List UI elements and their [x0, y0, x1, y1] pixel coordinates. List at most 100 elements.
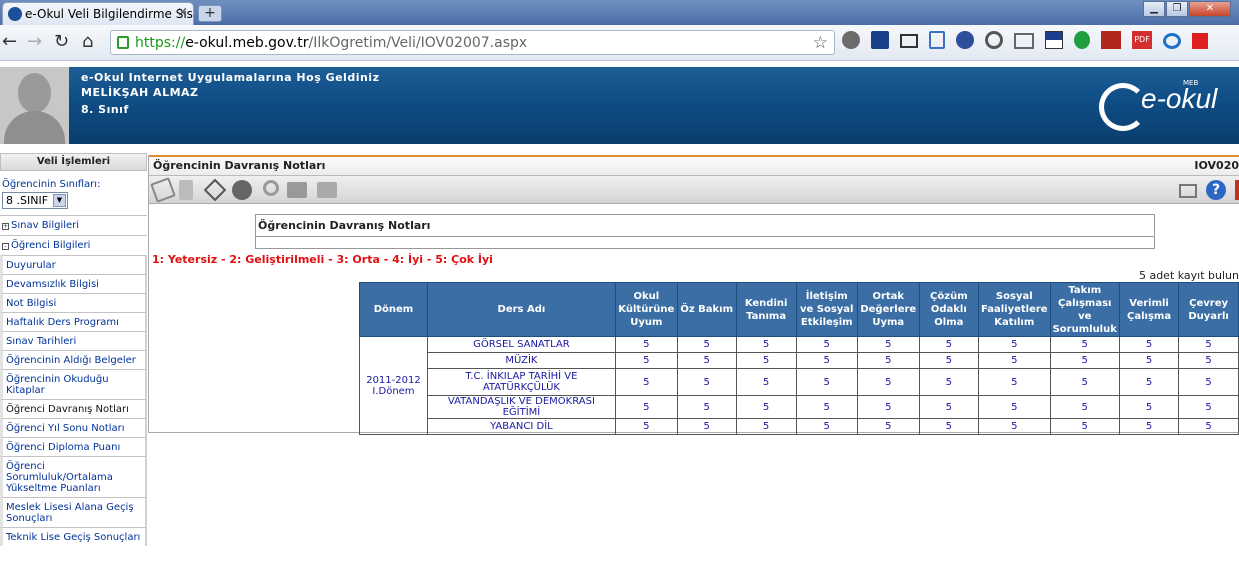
back-arrow-icon[interactable]: ← — [2, 33, 17, 51]
home-icon[interactable]: ⌂ — [82, 33, 93, 51]
sidebar-item-devamsizlik[interactable]: Devamsızlık Bilgisi — [0, 274, 147, 293]
table-row: T.C. İNKILAP TARİHİ VE ATATÜRKÇÜLÜK 5 5 5 5 5… — [360, 368, 1239, 396]
close-window-button[interactable]: ✕ — [1189, 1, 1231, 17]
column-header: Sosyal Faaliyetlere Katılım — [977, 282, 1051, 337]
site-header: e-Okul Internet Uygulamalarına Hoş Geldi… — [0, 67, 1239, 144]
sidebar-group-ogrenci[interactable]: - Öğrenci Bilgileri — [0, 235, 147, 255]
extension-mail-icon[interactable] — [1014, 33, 1034, 49]
sidebar-item-sorumluluk[interactable]: Öğrenci Sorumluluk/Ortalama Yükseltme Pu… — [0, 456, 147, 497]
sidebar-item-kitaplar[interactable]: Öğrencinin Okuduğu Kitaplar — [0, 369, 147, 399]
column-header: Kendini Tanıma — [735, 282, 797, 337]
score-cell: 5 — [856, 395, 920, 419]
extension-green-icon[interactable] — [1074, 31, 1090, 49]
score-cell: 5 — [918, 395, 979, 419]
column-header: Çözüm Odaklı Olma — [918, 282, 979, 337]
score-cell: 5 — [856, 368, 920, 396]
bookmark-star-icon[interactable]: ☆ — [813, 33, 828, 53]
sidebar: Veli İşlemleri Öğrencinin Sınıfları: 8 .… — [0, 153, 147, 553]
course-name-cell: T.C. İNKILAP TARİHİ VE ATATÜRKÇÜLÜK — [426, 368, 616, 396]
score-cell: 5 — [1118, 352, 1180, 369]
sidebar-item-belgeler[interactable]: Öğrencinin Aldığı Belgeler — [0, 350, 147, 369]
score-cell: 5 — [795, 368, 858, 396]
cancel-icon[interactable] — [232, 180, 252, 200]
forward-arrow-icon[interactable]: → — [27, 33, 42, 51]
sidebar-item-duyurular[interactable]: Duyurular — [0, 255, 147, 274]
browser-tab-bar: e-Okul Veli Bilgilendirme Sistem × + ▁ ❐… — [0, 0, 1239, 25]
sidebar-item-diploma-puani[interactable]: Öğrenci Diploma Puanı — [0, 437, 147, 456]
score-cell: 5 — [856, 418, 920, 435]
extension-globe-icon[interactable] — [956, 31, 974, 49]
score-cell: 5 — [1178, 395, 1239, 419]
eokul-logo-icon — [1099, 83, 1147, 131]
score-cell: 5 — [856, 336, 920, 353]
score-cell: 5 — [676, 395, 737, 419]
score-cell: 5 — [735, 336, 797, 353]
export-icon[interactable] — [317, 182, 337, 198]
extension-clipboard-icon[interactable] — [929, 31, 945, 49]
sidebar-item-teknik-lise[interactable]: Teknik Lise Geçiş Sonuçları — [0, 527, 147, 546]
tab-close-icon[interactable]: × — [177, 5, 188, 20]
extension-translate-icon[interactable] — [871, 31, 889, 49]
page-title: Öğrencinin Davranış Notları — [153, 159, 326, 172]
score-cell: 5 — [1178, 336, 1239, 353]
score-cell: 5 — [1049, 336, 1120, 353]
extension-bug-icon[interactable] — [842, 31, 860, 49]
extension-window-icon[interactable] — [1045, 31, 1063, 49]
content-title-bar: Öğrencinin Davranış Notları IOV020 — [149, 155, 1239, 176]
exit-icon[interactable] — [1235, 180, 1239, 200]
home-icon[interactable] — [1179, 184, 1197, 198]
sidebar-item-not-bilgisi[interactable]: Not Bilgisi — [0, 293, 147, 312]
browser-toolbar: ← → ↻ ⌂ https://e-okul.meb.gov.tr/IlkOgr… — [0, 25, 1239, 61]
minimize-button[interactable]: ▁ — [1143, 1, 1165, 17]
sidebar-item-ders-programi[interactable]: Haftalık Ders Programı — [0, 312, 147, 331]
browser-tab[interactable]: e-Okul Veli Bilgilendirme Sistem × — [2, 2, 194, 25]
maximize-button[interactable]: ❐ — [1166, 1, 1188, 17]
extension-keyboard-icon[interactable] — [900, 34, 918, 48]
help-icon[interactable]: ? — [1206, 180, 1226, 200]
student-name: MELİKŞAH ALMAZ — [81, 86, 199, 99]
score-cell: 5 — [614, 395, 678, 419]
sidebar-group-sinav[interactable]: + Sınav Bilgileri — [0, 215, 147, 235]
course-name-cell: VATANDAŞLIK VE DEMOKRASİ EĞİTİMİ — [426, 395, 616, 419]
extension-link-icon[interactable] — [1163, 33, 1181, 49]
column-header: Okul Kültürüne Uyum — [614, 282, 678, 337]
behavior-grades-table: Dönem Ders Adı Okul Kültürüne Uyum Öz Ba… — [359, 282, 1239, 435]
new-tab-button[interactable]: + — [198, 5, 222, 22]
sidebar-item-yil-sonu-notlari[interactable]: Öğrenci Yıl Sonu Notları — [0, 418, 147, 437]
column-header: Çevrey Duyarlı — [1178, 282, 1239, 337]
extension-pdf-icon[interactable]: PDF — [1132, 31, 1152, 49]
expand-icon: + — [2, 223, 9, 230]
address-bar[interactable]: https://e-okul.meb.gov.tr/IlkOgretim/Vel… — [110, 30, 835, 55]
table-row: MÜZİK 5 5 5 5 5 5 5 5 5 5 — [360, 352, 1239, 369]
class-select[interactable]: 8 .SINIF ▼ — [2, 192, 68, 209]
column-header: Ortak Değerlere Uyma — [856, 282, 920, 337]
print-icon[interactable] — [287, 182, 307, 198]
extension-stats-icon[interactable] — [1101, 31, 1121, 49]
collapse-icon: - — [2, 243, 9, 250]
extension-flag-icon[interactable] — [1192, 33, 1208, 49]
score-cell: 5 — [918, 352, 979, 369]
score-cell: 5 — [676, 352, 737, 369]
inner-panel: Öğrencinin Davranış Notları — [255, 214, 1155, 249]
score-cell: 5 — [1118, 395, 1180, 419]
reload-icon[interactable]: ↻ — [54, 33, 69, 51]
tab-title: e-Okul Veli Bilgilendirme Sistem — [25, 7, 193, 21]
chevron-down-icon[interactable]: ▼ — [53, 194, 66, 207]
course-name-cell: MÜZİK — [426, 352, 616, 369]
sidebar-item-davranis-notlari[interactable]: Öğrenci Davranış Notları — [0, 399, 147, 418]
course-name-cell: YABANCI DİL — [426, 418, 616, 435]
save-icon[interactable] — [203, 178, 227, 202]
score-cell: 5 — [614, 336, 678, 353]
class-level: 8. Sınıf — [81, 103, 129, 116]
score-cell: 5 — [735, 352, 797, 369]
score-cell: 5 — [977, 418, 1051, 435]
sidebar-item-sinav-tarihleri[interactable]: Sınav Tarihleri — [0, 331, 147, 350]
edit-icon[interactable] — [150, 177, 176, 203]
search-icon[interactable] — [263, 180, 279, 196]
site-favicon-icon — [8, 7, 22, 21]
sidebar-item-meslek-lisesi[interactable]: Meslek Lisesi Alana Geçiş Sonuçları — [0, 497, 147, 527]
extension-search-icon[interactable] — [985, 31, 1003, 49]
score-cell: 5 — [1118, 418, 1180, 435]
delete-icon[interactable] — [179, 180, 193, 200]
welcome-text: e-Okul Internet Uygulamalarına Hoş Geldi… — [81, 71, 380, 84]
